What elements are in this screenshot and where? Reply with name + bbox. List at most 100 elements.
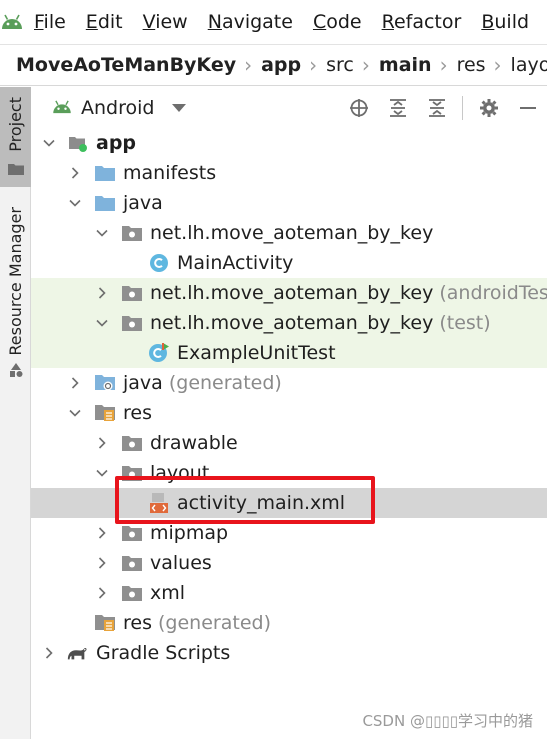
tree-row-exampleunittest[interactable]: ExampleUnitTest	[31, 338, 547, 368]
resource-folder-icon	[94, 402, 116, 424]
package-icon	[121, 462, 143, 484]
tree-row-activity-main-xml[interactable]: activity_main.xml	[31, 488, 547, 518]
resource-manager-label: Resource Manager	[6, 207, 25, 356]
tree-row-values[interactable]: values	[31, 548, 547, 578]
menu-code-mnemonic: C	[312, 11, 327, 33]
tree-row-java-generated[interactable]: java (generated)	[31, 368, 547, 398]
resource-folder-icon	[94, 612, 116, 634]
breadcrumb: MoveAoTeManByKey › app › src › main › re…	[0, 44, 547, 86]
tree-row-layout[interactable]: layout	[31, 458, 547, 488]
breadcrumb-separator: ›	[439, 53, 448, 77]
tree-row-mipmap[interactable]: mipmap	[31, 518, 547, 548]
chevron-down-icon[interactable]	[68, 406, 82, 420]
menu-build[interactable]: Build	[471, 0, 539, 44]
source-set-hint: (test)	[433, 312, 491, 334]
chevron-right-icon[interactable]	[68, 166, 82, 180]
shapes-icon	[8, 362, 24, 382]
generated-hint: (generated)	[151, 612, 271, 634]
collapse-all-icon[interactable]	[417, 87, 456, 129]
tree-row-label: manifests	[123, 162, 217, 184]
breadcrumb-module[interactable]: app	[261, 54, 301, 76]
project-tool-tab[interactable]: Project	[0, 87, 31, 187]
menu-edit-rest: dit	[97, 11, 123, 33]
breadcrumb-separator: ›	[361, 53, 370, 77]
tree-row-xml[interactable]: xml	[31, 578, 547, 608]
breadcrumb-layout[interactable]: layout	[511, 54, 547, 76]
menu-edit[interactable]: Edit	[76, 0, 133, 44]
chevron-right-icon[interactable]	[95, 586, 109, 600]
expand-all-icon[interactable]	[378, 87, 417, 129]
tree-row-package-androidtest[interactable]: net.lh.move_aoteman_by_key (androidTest)	[31, 278, 547, 308]
menu-file-rest: ile	[43, 11, 66, 33]
chevron-down-icon[interactable]	[95, 316, 109, 330]
menu-view[interactable]: View	[133, 0, 198, 44]
gradle-icon	[66, 642, 88, 664]
package-icon	[121, 522, 143, 544]
tree-row-label: Gradle Scripts	[96, 642, 231, 664]
breadcrumb-separator: ›	[244, 53, 253, 77]
chevron-down-icon[interactable]	[95, 466, 109, 480]
tree-row-manifests[interactable]: manifests	[31, 158, 547, 188]
package-icon	[121, 282, 143, 304]
watermark: CSDN @▯▯▯▯学习中的猪	[362, 712, 533, 730]
menu-navigate[interactable]: Navigate	[198, 0, 303, 44]
tree-row-res[interactable]: res	[31, 398, 547, 428]
locate-icon[interactable]	[339, 87, 378, 129]
menu-run[interactable]: Ru	[539, 0, 547, 44]
source-set-hint: (androidTest)	[439, 282, 547, 304]
folder-icon	[94, 192, 116, 214]
tree-row-drawable[interactable]: drawable	[31, 428, 547, 458]
chevron-down-icon[interactable]	[172, 104, 187, 112]
tree-row-label: layout	[150, 462, 210, 484]
menu-code[interactable]: Code	[303, 0, 372, 44]
menu-refactor[interactable]: Refactor	[372, 0, 472, 44]
project-tool-label: Project	[6, 97, 25, 152]
tree-row-label: net.lh.move_aoteman_by_key (androidTest)	[150, 282, 547, 304]
tree-row-label: activity_main.xml	[177, 492, 346, 514]
generated-folder-icon	[94, 372, 116, 394]
chevron-right-icon[interactable]	[95, 286, 109, 300]
package-icon	[121, 222, 143, 244]
menu-view-rest: iew	[155, 11, 188, 33]
menu-edit-mnemonic: E	[85, 11, 98, 33]
chevron-right-icon[interactable]	[95, 556, 109, 570]
project-view-selector[interactable]: Android	[81, 97, 154, 119]
tree-row-label: xml	[150, 582, 186, 604]
tree-row-label: drawable	[150, 432, 238, 454]
menu-build-rest: uild	[494, 11, 530, 33]
menu-refactor-mnemonic: R	[381, 11, 394, 33]
android-icon	[51, 99, 73, 118]
chevron-right-icon[interactable]	[95, 526, 109, 540]
layout-xml-icon	[148, 492, 170, 514]
android-icon[interactable]	[0, 0, 24, 44]
minimize-icon[interactable]	[508, 87, 547, 129]
package-icon	[121, 432, 143, 454]
chevron-right-icon[interactable]	[42, 646, 56, 660]
package-icon	[121, 312, 143, 334]
menu-file[interactable]: File	[24, 0, 76, 44]
chevron-right-icon[interactable]	[95, 436, 109, 450]
folder-icon	[94, 162, 116, 184]
resource-manager-tool-tab[interactable]: Resource Manager	[0, 207, 31, 377]
tree-row-app[interactable]: app	[31, 128, 547, 158]
chevron-right-icon[interactable]	[68, 376, 82, 390]
breadcrumb-project[interactable]: MoveAoTeManByKey	[16, 54, 236, 76]
menu-build-mnemonic: B	[481, 11, 495, 33]
gear-icon[interactable]	[469, 87, 508, 129]
breadcrumb-src[interactable]: src	[326, 54, 354, 76]
tree-row-gradle-scripts[interactable]: Gradle Scripts	[31, 638, 547, 668]
menu-navigate-rest: avigate	[221, 11, 293, 33]
breadcrumb-res[interactable]: res	[457, 54, 486, 76]
project-panel-header: Android	[31, 87, 547, 129]
tree-row-res-generated[interactable]: res (generated)	[31, 608, 547, 638]
tree-row-java[interactable]: java	[31, 188, 547, 218]
chevron-down-icon[interactable]	[68, 196, 82, 210]
tree-row-package-test[interactable]: net.lh.move_aoteman_by_key (test)	[31, 308, 547, 338]
tree-row-package-main[interactable]: net.lh.move_aoteman_by_key	[31, 218, 547, 248]
menu-refactor-rest: efactor	[393, 11, 462, 33]
chevron-down-icon[interactable]	[95, 226, 109, 240]
breadcrumb-main[interactable]: main	[379, 54, 432, 76]
tree-row-mainactivity[interactable]: MainActivity	[31, 248, 547, 278]
chevron-down-icon[interactable]	[42, 136, 56, 150]
generated-hint: (generated)	[162, 372, 282, 394]
